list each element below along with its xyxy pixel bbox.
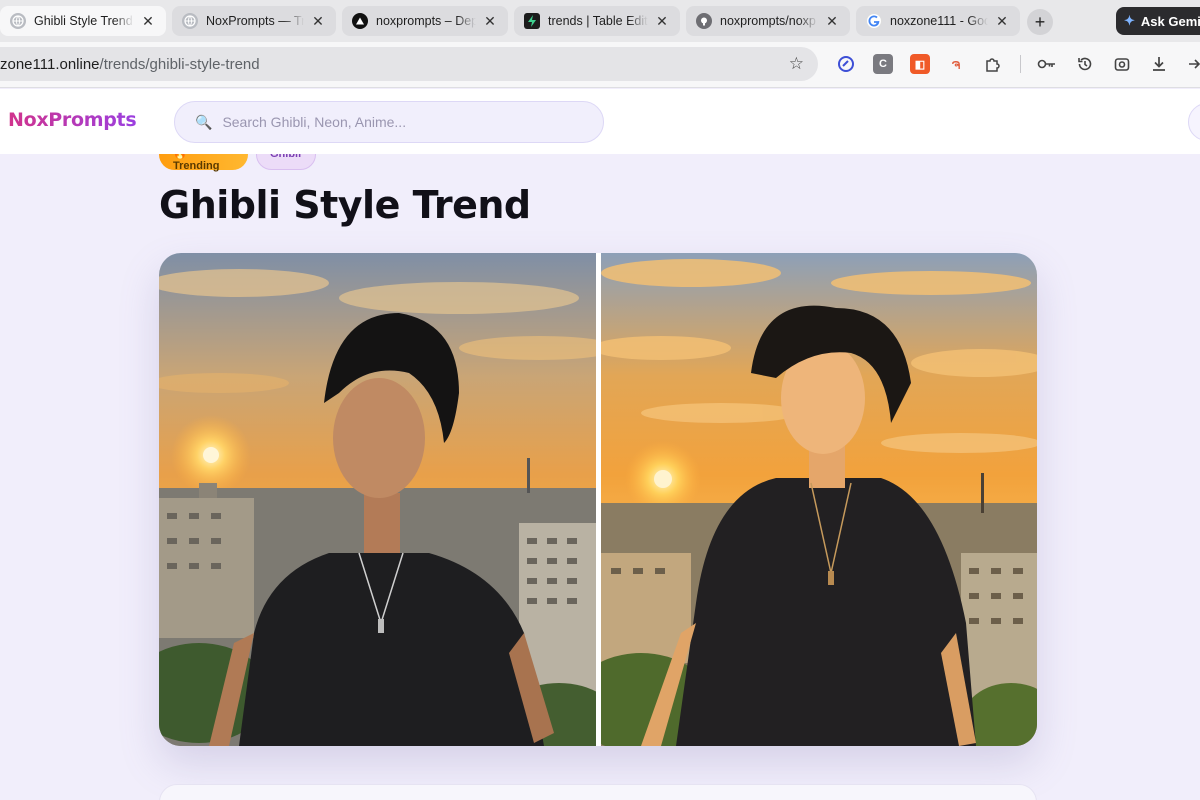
tab-title: noxprompts/noxp (720, 14, 816, 28)
browser-tab-strip: Ghibli Style Trend ✕ NoxPrompts — Tr ✕ n… (0, 0, 1200, 42)
ask-gemini-button[interactable]: ✦ Ask Gemi (1116, 7, 1200, 35)
header-menu-button[interactable] (1188, 103, 1200, 141)
search-bar[interactable]: 🔍 (174, 101, 604, 143)
history-icon[interactable] (1075, 54, 1095, 74)
toolbar-separator (1020, 55, 1021, 73)
tab-google-search[interactable]: noxzone111 - Goo ✕ (856, 6, 1020, 36)
site-logo[interactable]: NoxPrompts (8, 109, 137, 131)
vercel-icon (352, 13, 368, 29)
site-header: NoxPrompts 🔍 (0, 89, 1200, 154)
supabase-icon (524, 13, 540, 29)
page-title: Ghibli Style Trend (159, 183, 531, 227)
extension-c-icon[interactable]: C (873, 54, 893, 74)
tab-vercel-deployments[interactable]: noxprompts – Dep ✕ (342, 6, 508, 36)
tab-title: NoxPrompts — Tr (206, 14, 304, 28)
new-tab-button[interactable]: + (1027, 9, 1053, 35)
ghibli-style-image (601, 253, 1037, 746)
extensions-puzzle-icon[interactable] (983, 54, 1003, 74)
extension-circle-icon[interactable] (836, 54, 856, 74)
address-url: zone111.online/trends/ghibli-style-trend (0, 56, 260, 73)
tab-title: noxzone111 - Goo (890, 14, 988, 28)
original-photo (159, 253, 596, 746)
github-icon (696, 13, 712, 29)
share-icon[interactable] (1184, 54, 1200, 74)
close-tab-icon[interactable]: ✕ (654, 13, 670, 29)
extension-swirl-icon[interactable]: ຈ (946, 54, 966, 74)
tab-noxprompts[interactable]: NoxPrompts — Tr ✕ (172, 6, 336, 36)
prompt-card (159, 784, 1037, 800)
google-icon (866, 13, 882, 29)
globe-icon (182, 13, 198, 29)
close-tab-icon[interactable]: ✕ (994, 13, 1010, 29)
address-bar[interactable]: zone111.online/trends/ghibli-style-trend… (0, 47, 818, 81)
tab-supabase-table-editor[interactable]: trends | Table Edit ✕ (514, 6, 680, 36)
globe-icon (10, 13, 26, 29)
gemini-sparkle-icon: ✦ (1124, 13, 1135, 28)
screenshot-icon[interactable] (1112, 54, 1132, 74)
tab-github-repo[interactable]: noxprompts/noxp ✕ (686, 6, 850, 36)
bookmark-star-icon[interactable]: ☆ (789, 54, 804, 74)
tab-ghibli-style-trend[interactable]: Ghibli Style Trend ✕ (0, 6, 166, 36)
tab-title: noxprompts – Dep (376, 14, 476, 28)
close-tab-icon[interactable]: ✕ (824, 13, 840, 29)
url-host: zone111.online (0, 55, 100, 73)
extension-orange-icon[interactable]: ◧ (910, 54, 930, 74)
download-icon[interactable] (1149, 54, 1169, 74)
search-input[interactable] (222, 114, 583, 130)
url-path: /trends/ghibli-style-trend (99, 55, 260, 73)
search-icon: 🔍 (195, 113, 213, 130)
close-tab-icon[interactable]: ✕ (140, 13, 156, 29)
tab-title: Ghibli Style Trend (34, 14, 133, 28)
ask-gemini-label: Ask Gemi (1140, 13, 1200, 29)
close-tab-icon[interactable]: ✕ (310, 13, 326, 29)
password-key-icon[interactable] (1037, 54, 1057, 74)
tab-title: trends | Table Edit (548, 14, 648, 28)
before-after-comparison (159, 253, 1037, 746)
close-tab-icon[interactable]: ✕ (482, 13, 498, 29)
